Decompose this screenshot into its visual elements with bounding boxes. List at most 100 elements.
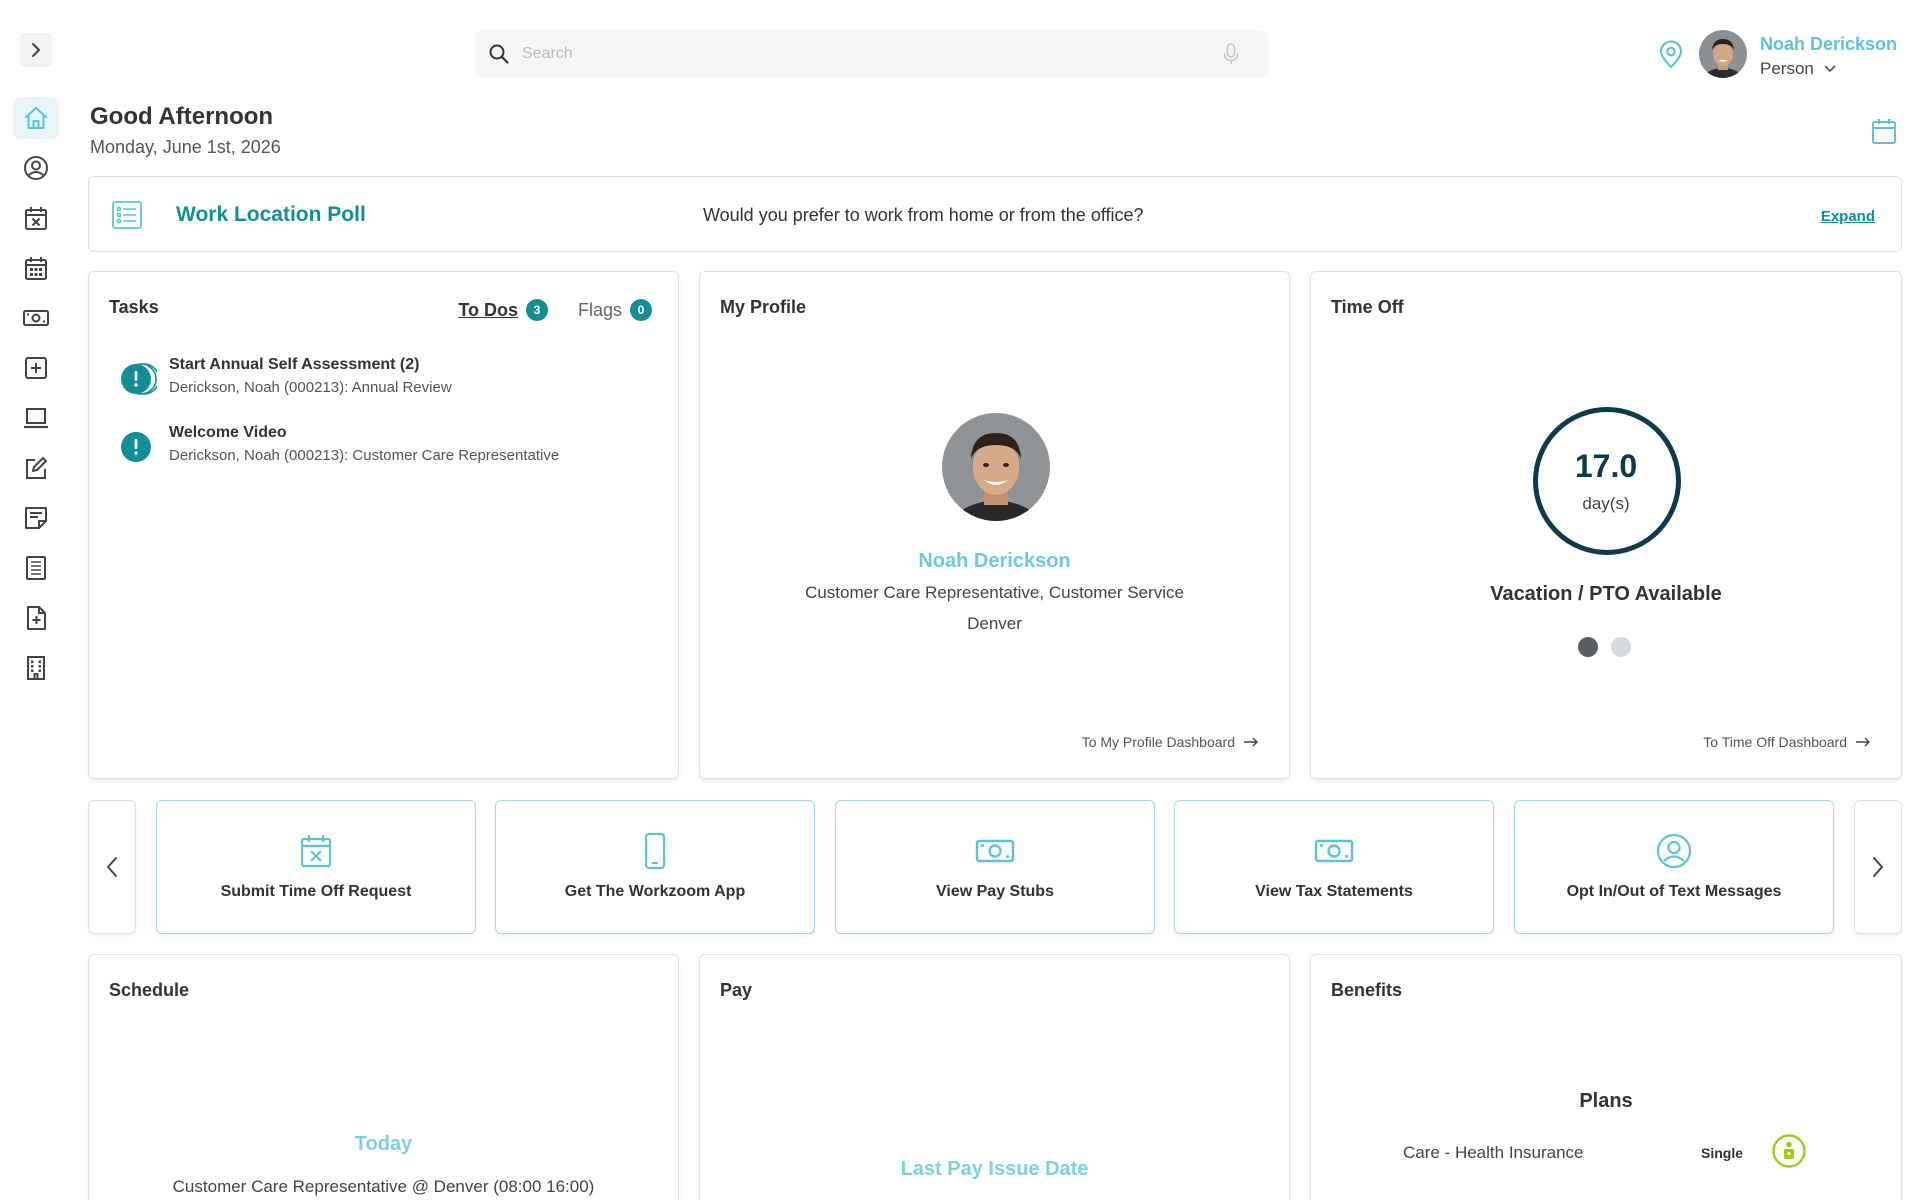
avatar-photo xyxy=(1699,30,1747,78)
phone-icon xyxy=(644,832,666,870)
quick-actions-prev-button[interactable] xyxy=(88,800,136,934)
profile-location: Denver xyxy=(967,614,1022,633)
money-icon xyxy=(23,310,49,326)
sidebar-item-schedule[interactable] xyxy=(13,247,59,289)
pay-title: Pay xyxy=(720,980,753,1000)
calendar-x-icon xyxy=(300,835,332,868)
sidebar-item-pay[interactable] xyxy=(13,297,59,339)
role-switcher[interactable]: Person xyxy=(1760,59,1836,79)
quick-action-opt-in-out-texts[interactable]: Opt In/Out of Text Messages xyxy=(1514,800,1834,934)
tasks-title: Tasks xyxy=(109,297,159,317)
user-role-label: Person xyxy=(1760,59,1814,78)
money-icon xyxy=(1314,839,1354,863)
search-bar[interactable] xyxy=(474,30,1269,78)
pay-card: Pay Last Pay Issue Date xyxy=(699,954,1290,1200)
current-date: Monday, June 1st, 2026 xyxy=(90,137,281,157)
arrow-right-icon xyxy=(1856,737,1870,747)
sidebar-item-training[interactable] xyxy=(13,397,59,439)
my-profile-card: My Profile Noah Derickson Customer Care … xyxy=(699,271,1290,779)
tab-to-dos-label: To Dos xyxy=(458,299,518,320)
flags-count-badge: 0 xyxy=(630,299,652,321)
sidebar-item-profile[interactable] xyxy=(13,147,59,189)
person-lock-icon xyxy=(1772,1134,1806,1168)
microphone-icon[interactable] xyxy=(1221,42,1241,66)
time-off-dashboard-link-label: To Time Off Dashboard xyxy=(1703,734,1847,750)
poll-title: Work Location Poll xyxy=(176,203,366,226)
sidebar-item-time-off[interactable] xyxy=(13,197,59,239)
note-icon xyxy=(25,507,47,529)
time-off-card: Time Off 17.0 day(s) Vacation / PTO Avai… xyxy=(1310,271,1902,779)
poll-expand-link[interactable]: Expand xyxy=(1821,208,1875,225)
calendar-icon[interactable] xyxy=(1870,116,1898,146)
money-icon xyxy=(975,839,1015,863)
user-circle-icon xyxy=(1656,833,1692,869)
edit-icon xyxy=(26,457,47,479)
document-list-icon xyxy=(26,556,46,580)
time-off-balance-value: 17.0 xyxy=(1574,448,1638,484)
time-off-balance-unit: day(s) xyxy=(1582,494,1630,513)
quick-action-label: Submit Time Off Request xyxy=(220,883,412,900)
task-subtitle: Derickson, Noah (000213): Customer Care … xyxy=(169,447,560,464)
time-off-dashboard-link[interactable]: To Time Off Dashboard xyxy=(1703,734,1871,750)
location-pin-icon[interactable] xyxy=(1656,40,1686,70)
sidebar-item-home[interactable] xyxy=(13,97,59,139)
arrow-right-icon xyxy=(1244,737,1258,747)
tab-flags-label: Flags xyxy=(577,299,622,320)
benefits-card: Benefits Plans Care - Health Insurance S… xyxy=(1310,954,1902,1200)
sidebar xyxy=(0,0,74,1200)
tab-flags[interactable]: Flags 0 xyxy=(578,299,652,321)
file-plus-icon xyxy=(27,606,46,630)
sidebar-item-add-document[interactable] xyxy=(13,597,59,639)
sidebar-item-company[interactable] xyxy=(13,647,59,689)
schedule-shift: Customer Care Representative @ Denver (0… xyxy=(172,1177,595,1196)
chevron-down-icon xyxy=(1824,65,1836,73)
benefits-title: Benefits xyxy=(1331,980,1403,1000)
schedule-today-label: Today xyxy=(354,1133,413,1155)
quick-action-label: Get The Workzoom App xyxy=(564,883,746,900)
tasks-tabs: To Dos 3 Flags 0 xyxy=(458,299,652,321)
task-title: Welcome Video xyxy=(169,424,287,441)
quick-action-label: Opt In/Out of Text Messages xyxy=(1566,883,1782,900)
chevron-right-icon xyxy=(32,43,40,57)
profile-dashboard-link[interactable]: To My Profile Dashboard xyxy=(1082,734,1259,750)
plan-name: Care - Health Insurance xyxy=(1403,1143,1584,1162)
schedule-card: Schedule Today Customer Care Representat… xyxy=(88,954,679,1200)
search-icon xyxy=(489,44,509,64)
user-avatar[interactable] xyxy=(1699,30,1747,78)
sidebar-item-benefits[interactable] xyxy=(13,347,59,389)
carousel-dot[interactable] xyxy=(1578,637,1598,657)
profile-name: Noah Derickson xyxy=(918,550,1071,572)
benefit-plan-row[interactable]: Care - Health Insurance Single xyxy=(1403,1133,1808,1173)
quick-action-view-tax-statements[interactable]: View Tax Statements xyxy=(1174,800,1494,934)
page-title: Good Afternoon xyxy=(90,103,274,130)
tab-to-dos[interactable]: To Dos 3 xyxy=(458,299,548,321)
quick-action-view-pay-stubs[interactable]: View Pay Stubs xyxy=(835,800,1155,934)
carousel-dot[interactable] xyxy=(1611,637,1631,657)
user-name[interactable]: Noah Derickson xyxy=(1760,34,1897,55)
quick-action-submit-time-off[interactable]: Submit Time Off Request xyxy=(156,800,476,934)
quick-action-get-app[interactable]: Get The Workzoom App xyxy=(495,800,815,934)
sidebar-item-edit[interactable] xyxy=(13,447,59,489)
sidebar-item-notes[interactable] xyxy=(13,497,59,539)
task-subtitle: Derickson, Noah (000213): Annual Review xyxy=(169,379,452,396)
to-dos-count-badge: 3 xyxy=(525,299,548,321)
chevron-left-icon xyxy=(107,857,117,877)
task-item[interactable]: Start Annual Self Assessment (2) Dericks… xyxy=(117,356,657,406)
building-icon xyxy=(27,656,45,680)
time-off-title: Time Off xyxy=(1331,297,1404,317)
task-item[interactable]: Welcome Video Derickson, Noah (000213): … xyxy=(117,424,657,474)
profile-photo-image xyxy=(942,413,1050,521)
schedule-title: Schedule xyxy=(109,980,190,1000)
plan-coverage: Single xyxy=(1701,1145,1744,1161)
task-title: Start Annual Self Assessment (2) xyxy=(169,356,420,373)
search-input[interactable] xyxy=(522,45,1221,63)
laptop-icon xyxy=(24,408,48,429)
quick-action-label: View Pay Stubs xyxy=(936,883,1054,900)
sidebar-item-documents[interactable] xyxy=(13,547,59,589)
quick-actions-next-button[interactable] xyxy=(1854,800,1902,934)
profile-title: My Profile xyxy=(720,297,807,317)
sidebar-expand-button[interactable] xyxy=(20,33,52,67)
quick-action-label: View Tax Statements xyxy=(1255,883,1413,900)
work-location-poll: Work Location Poll Would you prefer to w… xyxy=(88,176,1902,252)
user-circle-icon xyxy=(24,156,48,180)
